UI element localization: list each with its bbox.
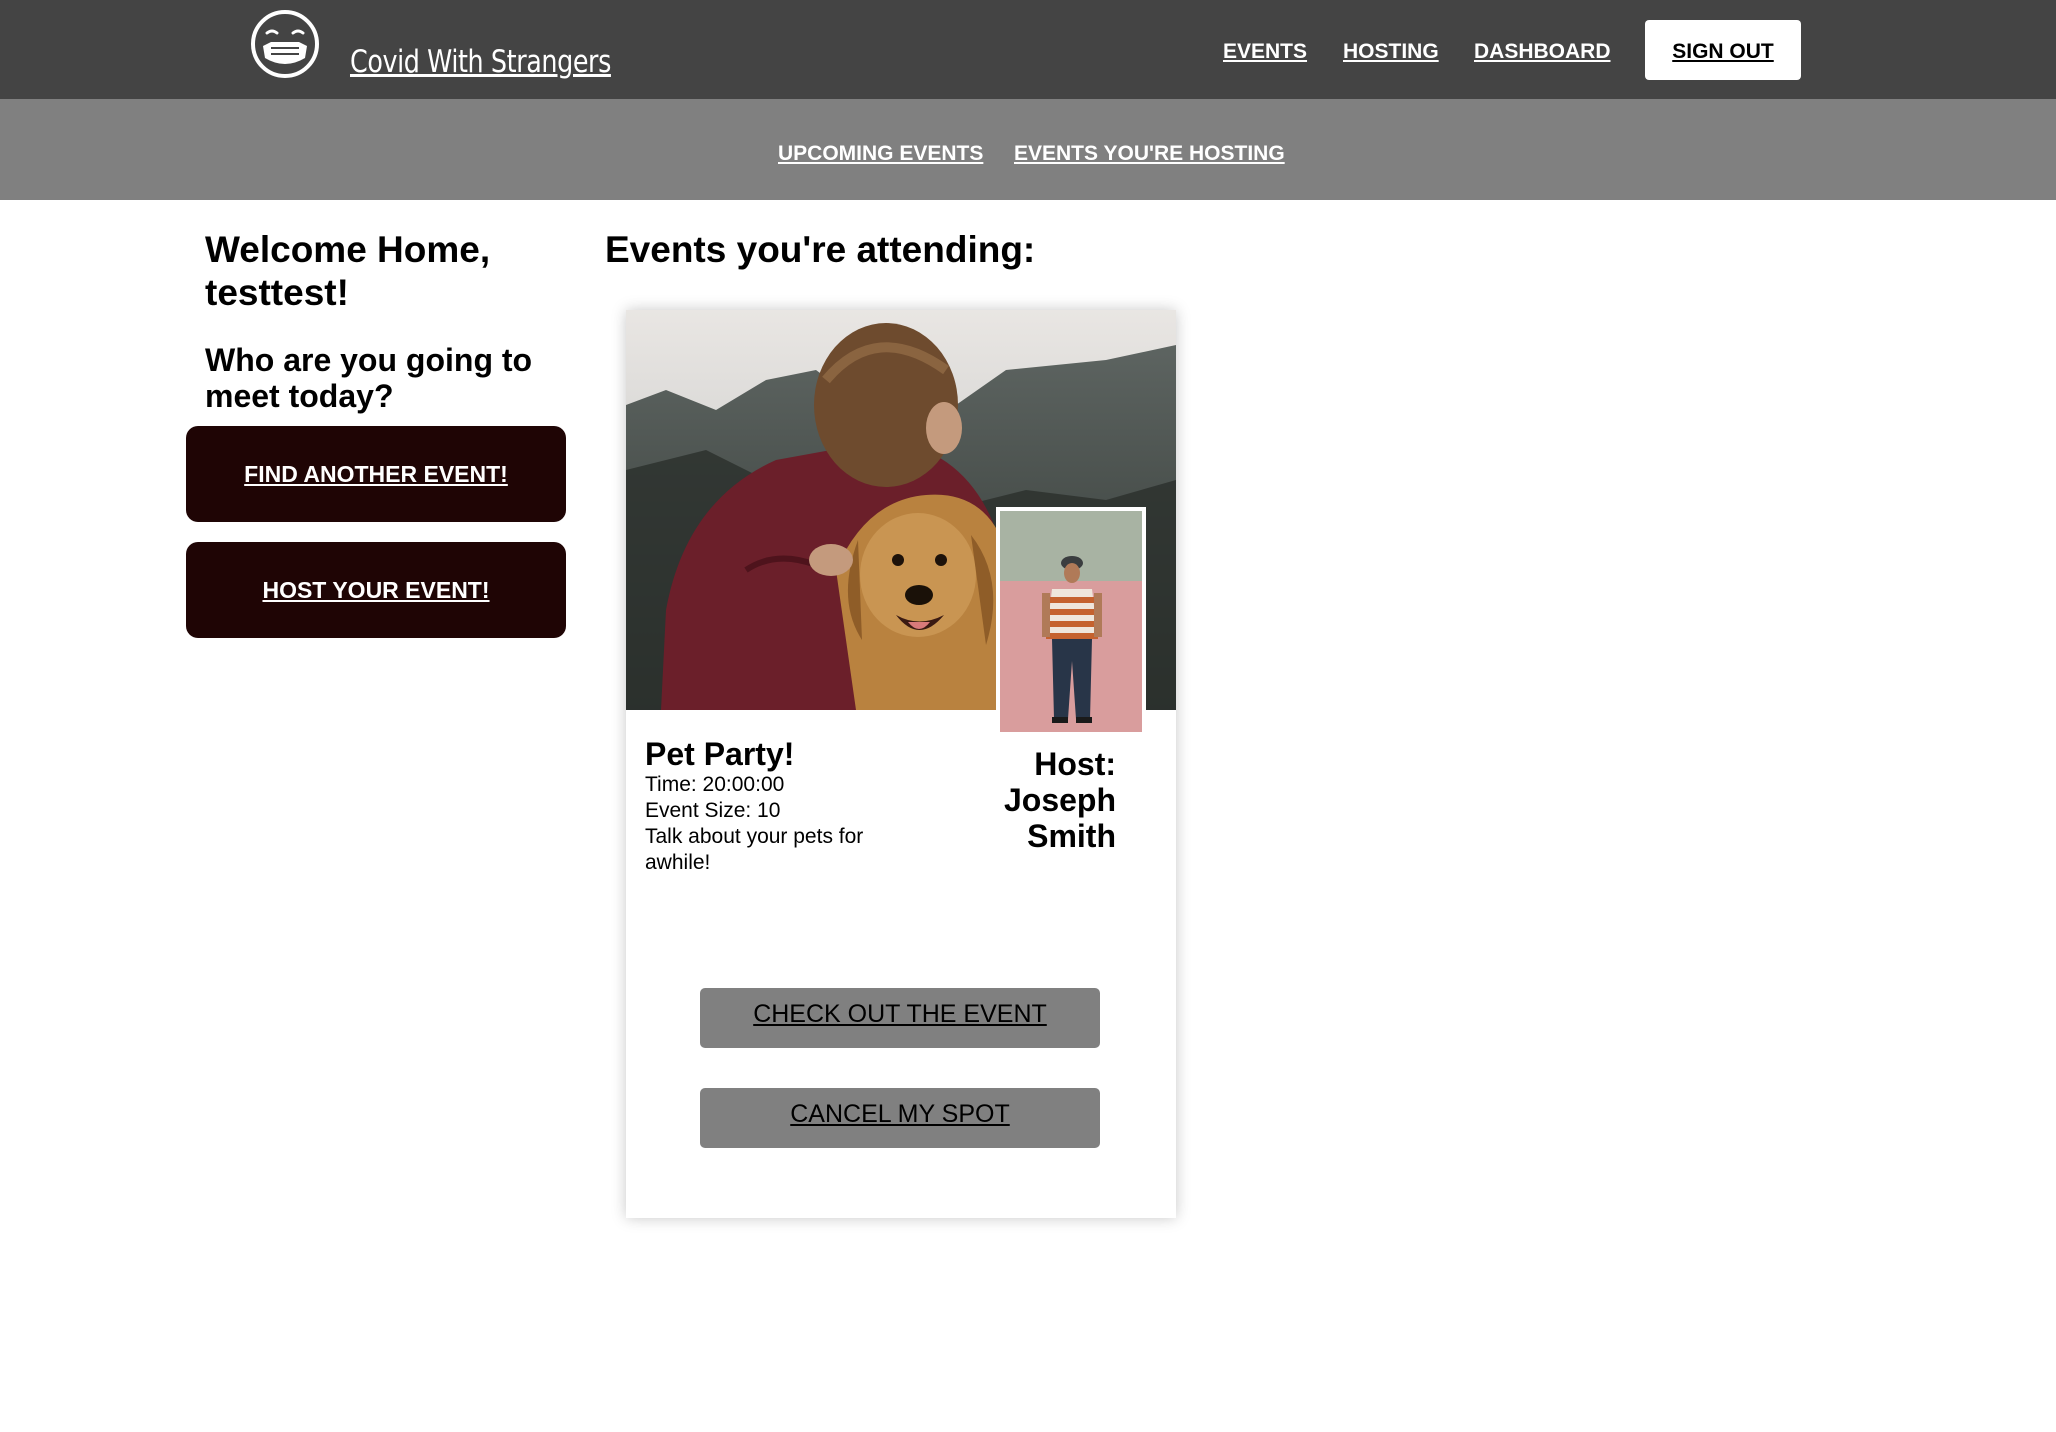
- sub-navbar: UPCOMING EVENTS EVENTS YOU'RE HOSTING: [0, 99, 2056, 200]
- welcome-heading: Welcome Home, testtest!: [205, 229, 491, 313]
- check-out-event-button[interactable]: CHECK OUT THE EVENT: [700, 988, 1100, 1048]
- masked-face-icon[interactable]: [249, 8, 321, 80]
- find-event-button[interactable]: FIND ANOTHER EVENT!: [186, 426, 566, 522]
- event-time: Time: 20:00:00: [645, 773, 785, 796]
- events-hosting-link[interactable]: EVENTS YOU'RE HOSTING: [1014, 142, 1285, 166]
- brand-name[interactable]: Covid With Strangers: [350, 44, 611, 80]
- attending-section-title: Events you're attending:: [605, 229, 1036, 270]
- host-event-button[interactable]: HOST YOUR EVENT!: [186, 542, 566, 638]
- nav-hosting-link[interactable]: HOSTING: [1343, 40, 1439, 64]
- nav-dashboard-link[interactable]: DASHBOARD: [1474, 40, 1611, 64]
- host-avatar[interactable]: [996, 507, 1146, 736]
- upcoming-events-link[interactable]: UPCOMING EVENTS: [778, 142, 983, 166]
- event-description: Talk about your pets for awhile!: [645, 825, 864, 874]
- prompt-heading: Who are you going to meet today?: [205, 342, 533, 414]
- sign-out-button[interactable]: SIGN OUT: [1645, 20, 1801, 80]
- host-info: Host: Joseph Smith: [956, 746, 1116, 854]
- event-card: Pet Party! Time: 20:00:00 Event Size: 10…: [626, 310, 1176, 1218]
- nav-events-link[interactable]: EVENTS: [1223, 40, 1307, 64]
- event-title: Pet Party!: [645, 736, 795, 772]
- host-name: Joseph Smith: [1003, 782, 1116, 854]
- event-size: Event Size: 10: [645, 799, 781, 822]
- host-label: Host:: [1034, 746, 1116, 782]
- cancel-spot-button[interactable]: CANCEL MY SPOT: [700, 1088, 1100, 1148]
- top-navbar: Covid With Strangers EVENTS HOSTING DASH…: [0, 0, 2056, 99]
